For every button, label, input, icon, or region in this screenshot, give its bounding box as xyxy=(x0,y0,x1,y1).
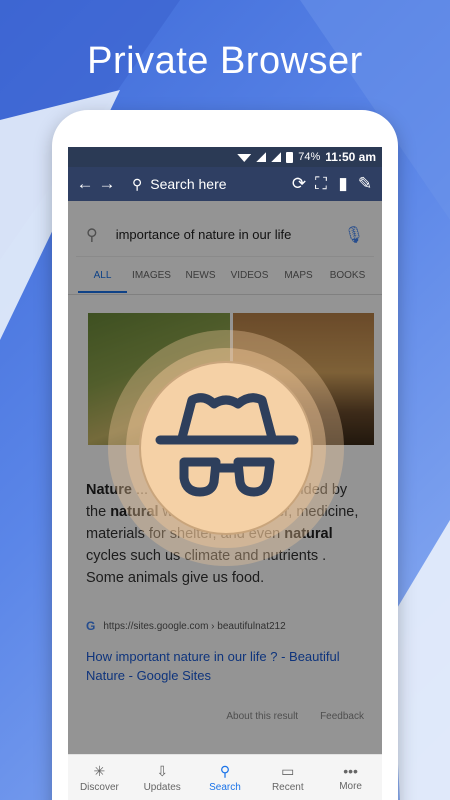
bookmark-icon[interactable]: ▮ xyxy=(332,174,354,194)
clock: 11:50 am xyxy=(325,150,376,164)
nav-more[interactable]: ••• More xyxy=(319,763,382,792)
nav-discover[interactable]: ✳ Discover xyxy=(68,763,131,793)
forward-icon[interactable]: → xyxy=(96,174,118,194)
nav-recent[interactable]: ▭ Recent xyxy=(256,763,319,793)
browser-toolbar: ← → ⚲ Search here ⟳ ⛶ ▮ ✎ xyxy=(68,167,382,201)
nav-updates[interactable]: ⇩ Updates xyxy=(131,763,194,793)
signal-icon xyxy=(256,152,267,162)
incognito-badge xyxy=(108,330,344,566)
headline: Private Browser xyxy=(87,40,363,82)
status-bar: 74% 11:50 am xyxy=(68,147,382,167)
recent-icon: ▭ xyxy=(281,762,295,779)
battery-level: 74% xyxy=(298,151,321,163)
battery-icon xyxy=(286,151,294,163)
more-icon: ••• xyxy=(343,763,358,779)
search-bar[interactable]: ⚲ Search here xyxy=(118,176,288,193)
notes-icon[interactable]: ✎ xyxy=(354,174,376,194)
fullscreen-icon[interactable]: ⛶ xyxy=(310,174,332,194)
back-icon[interactable]: ← xyxy=(74,174,96,194)
reload-icon[interactable]: ⟳ xyxy=(288,174,310,194)
bottom-navigation: ✳ Discover ⇩ Updates ⚲ Search ▭ Recent ••• Mo… xyxy=(68,754,382,800)
signal-icon-2 xyxy=(271,152,282,162)
discover-icon: ✳ xyxy=(93,762,106,779)
search-placeholder: Search here xyxy=(150,176,227,192)
updates-icon: ⇩ xyxy=(156,762,169,779)
wifi-icon xyxy=(237,154,252,162)
search-icon: ⚲ xyxy=(132,175,143,192)
search-icon: ⚲ xyxy=(219,762,231,779)
nav-search[interactable]: ⚲ Search xyxy=(194,763,257,793)
